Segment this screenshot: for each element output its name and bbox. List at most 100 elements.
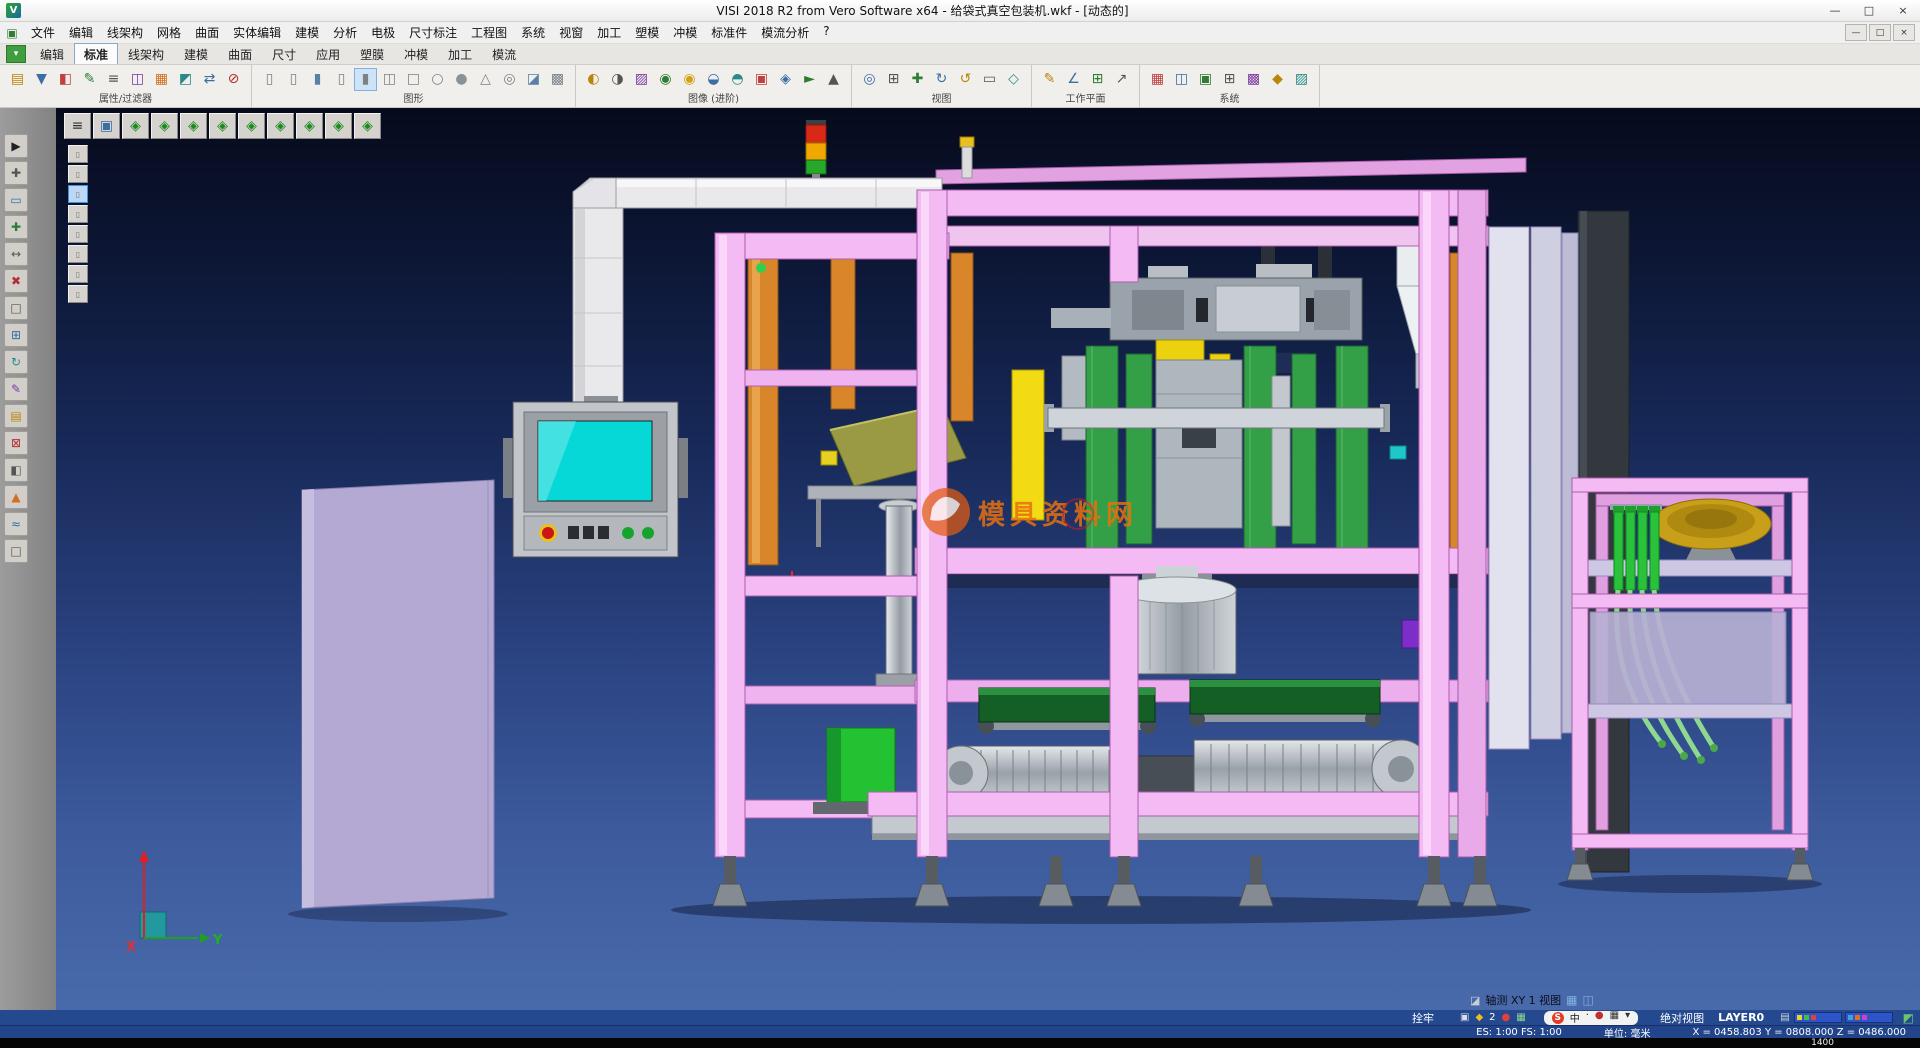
- iso-view-icon[interactable]: ◇: [1002, 68, 1025, 91]
- front-view-icon[interactable]: ▭: [978, 68, 1001, 91]
- ime-mic-icon[interactable]: ●: [1595, 1010, 1604, 1025]
- menu-item[interactable]: 曲面: [188, 24, 226, 41]
- view-back-button[interactable]: ◈: [209, 113, 236, 139]
- swatch-bar[interactable]: [1845, 1012, 1893, 1023]
- mask-filter-icon[interactable]: ◩: [174, 68, 197, 91]
- mini-button-4[interactable]: ▯: [68, 205, 88, 223]
- tab-moldflow[interactable]: 模流: [482, 43, 526, 64]
- ime-logo-icon[interactable]: S: [1552, 1012, 1564, 1024]
- mini-button-1[interactable]: ▯: [68, 145, 88, 163]
- system-tray-icon[interactable]: ◩: [1903, 1011, 1914, 1025]
- view-menu-button[interactable]: ≡: [64, 113, 91, 139]
- background-icon[interactable]: ▣: [750, 68, 773, 91]
- workplane-move-icon[interactable]: ↗: [1110, 68, 1133, 91]
- box-select-icon[interactable]: ▭: [4, 188, 28, 212]
- tab-modeling[interactable]: 建模: [174, 43, 218, 64]
- zoom-all-icon[interactable]: ◎: [858, 68, 881, 91]
- mini-button-5[interactable]: ▯: [68, 225, 88, 243]
- command-prompt-bar[interactable]: 1400: [0, 1038, 1920, 1048]
- shaded-cylinder-icon[interactable]: ▮: [306, 68, 329, 91]
- menu-item[interactable]: 冲模: [666, 24, 704, 41]
- snap-lock-toggle[interactable]: 拴牢: [1412, 1010, 1434, 1026]
- menu-item[interactable]: 模流分析: [754, 24, 816, 41]
- hidden-line-icon[interactable]: ▯: [330, 68, 353, 91]
- tab-wireframe[interactable]: 线架构: [118, 43, 174, 64]
- mdi-close-button[interactable]: ×: [1893, 24, 1915, 41]
- mini-button-3[interactable]: ▯: [68, 185, 88, 203]
- minimize-button[interactable]: —: [1818, 0, 1852, 21]
- ghost-view-icon[interactable]: ◫: [378, 68, 401, 91]
- grid-tool-icon[interactable]: ⊞: [4, 323, 28, 347]
- erase-tool-icon[interactable]: ⊠: [4, 431, 28, 455]
- database-icon[interactable]: ◆: [1266, 68, 1289, 91]
- tab-edit[interactable]: 编辑: [30, 43, 74, 64]
- material-icon[interactable]: ◉: [654, 68, 677, 91]
- calculator-icon[interactable]: ⊞: [1218, 68, 1241, 91]
- mesh-view-icon[interactable]: ▩: [546, 68, 569, 91]
- rotate-view-icon[interactable]: ↻: [930, 68, 953, 91]
- menu-item[interactable]: 工程图: [464, 24, 514, 41]
- ime-menu-icon[interactable]: ▾: [1625, 1010, 1630, 1025]
- pan-icon[interactable]: ✚: [906, 68, 929, 91]
- tray-record-icon[interactable]: ●: [1502, 1012, 1511, 1023]
- menu-item[interactable]: 分析: [326, 24, 364, 41]
- snap-tool-icon[interactable]: ✚: [4, 161, 28, 185]
- menu-item[interactable]: 尺寸标注: [402, 24, 464, 41]
- menu-item[interactable]: ?: [816, 24, 836, 41]
- ime-lang[interactable]: 中: [1570, 1010, 1580, 1025]
- active-layer-label[interactable]: LAYER0: [1718, 1011, 1764, 1024]
- settings-grid-icon[interactable]: ▦: [1146, 68, 1169, 91]
- workplane-grid-icon[interactable]: ⊞: [1086, 68, 1109, 91]
- menu-item[interactable]: 系统: [514, 24, 552, 41]
- move-tool-icon[interactable]: ↔: [4, 242, 28, 266]
- sphere-view-icon[interactable]: ○: [426, 68, 449, 91]
- pen-edit-icon[interactable]: ✎: [78, 68, 101, 91]
- animation-icon[interactable]: ►: [798, 68, 821, 91]
- workplane-angle-icon[interactable]: ∠: [1062, 68, 1085, 91]
- shadow-icon[interactable]: ◑: [606, 68, 629, 91]
- macro-icon[interactable]: ▩: [1242, 68, 1265, 91]
- menu-item[interactable]: 文件: [24, 24, 62, 41]
- mini-button-8[interactable]: ▯: [68, 285, 88, 303]
- swap-filter-icon[interactable]: ⇄: [198, 68, 221, 91]
- list-filter-icon[interactable]: ≡: [102, 68, 125, 91]
- render-icon[interactable]: ◐: [582, 68, 605, 91]
- view-screen-button[interactable]: ▣: [93, 113, 120, 139]
- view-iso-button[interactable]: ◈: [122, 113, 149, 139]
- compare-icon[interactable]: ▲: [822, 68, 845, 91]
- cone-view-icon[interactable]: △: [474, 68, 497, 91]
- box-view-icon[interactable]: □: [402, 68, 425, 91]
- menu-item[interactable]: 编辑: [62, 24, 100, 41]
- view-mode-label[interactable]: 绝对视图: [1660, 1010, 1704, 1026]
- filter-icon[interactable]: ▼: [30, 68, 53, 91]
- tray-count-icon[interactable]: 2: [1489, 1012, 1495, 1023]
- grid-filter-icon[interactable]: ▦: [150, 68, 173, 91]
- view-right-button[interactable]: ◈: [267, 113, 294, 139]
- view-bottom-button[interactable]: ◈: [296, 113, 323, 139]
- light-icon[interactable]: ◉: [678, 68, 701, 91]
- mini-button-2[interactable]: ▯: [68, 165, 88, 183]
- shaded-sphere-icon[interactable]: ●: [450, 68, 473, 91]
- reflection-icon[interactable]: ◒: [702, 68, 725, 91]
- marker-tool-icon[interactable]: ▲: [4, 485, 28, 509]
- mdi-restore-button[interactable]: □: [1869, 24, 1891, 41]
- workplane-icon[interactable]: ✎: [1038, 68, 1061, 91]
- sketch-tool-icon[interactable]: ✎: [4, 377, 28, 401]
- tab-dimension[interactable]: 尺寸: [262, 43, 306, 64]
- tab-dropdown-button[interactable]: ▾: [6, 45, 26, 63]
- select-tool-icon[interactable]: ▶: [4, 134, 28, 158]
- rotate-tool-icon[interactable]: ↻: [4, 350, 28, 374]
- solid-view-icon[interactable]: ▮: [354, 68, 377, 91]
- previous-view-icon[interactable]: ↺: [954, 68, 977, 91]
- viewport-3d[interactable]: 模具资料网 X Y ≡▣◈◈◈◈◈◈◈◈◈ ▯▯▯▯▯▯▯▯ ◪ 轴测 XY 1…: [56, 108, 1920, 1010]
- maximize-button[interactable]: □: [1852, 0, 1886, 21]
- cube-icon[interactable]: ◫: [1583, 993, 1594, 1007]
- curve-tool-icon[interactable]: ≈: [4, 512, 28, 536]
- menu-item[interactable]: 线架构: [100, 24, 150, 41]
- properties-icon[interactable]: ▤: [6, 68, 29, 91]
- add-tool-icon[interactable]: ✚: [4, 215, 28, 239]
- layers-tool-icon[interactable]: ▤: [4, 404, 28, 428]
- delete-tool-icon[interactable]: ✖: [4, 269, 28, 293]
- view-iso2-button[interactable]: ◈: [325, 113, 352, 139]
- close-button[interactable]: ×: [1886, 0, 1920, 21]
